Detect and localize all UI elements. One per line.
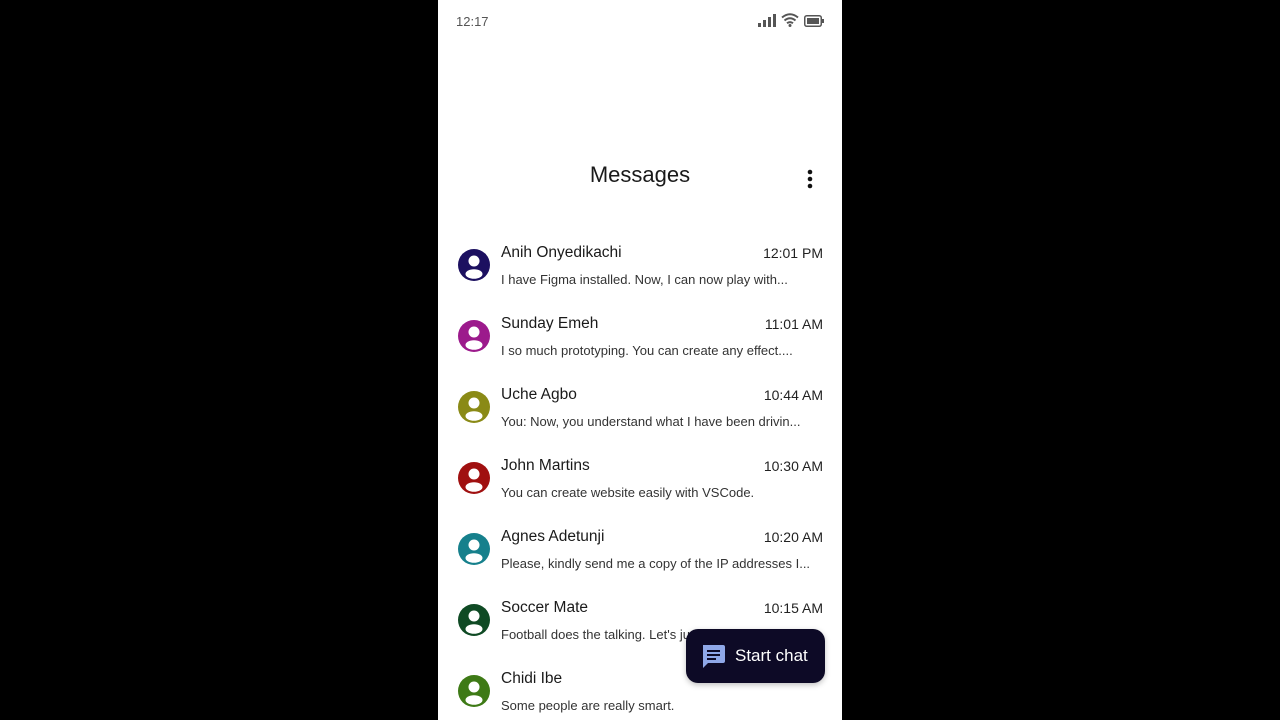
conversation-item[interactable]: Uche Agbo 10:44 AM You: Now, you underst…	[438, 372, 842, 443]
status-time: 12:17	[456, 14, 489, 29]
conversation-preview: I so much prototyping. You can create an…	[501, 343, 793, 358]
wifi-icon	[781, 13, 799, 32]
avatar	[458, 320, 490, 352]
conversation-preview: You can create website easily with VSCod…	[501, 485, 755, 500]
avatar	[458, 249, 490, 281]
conversation-time: 11:01 AM	[764, 316, 823, 332]
avatar	[458, 675, 490, 707]
avatar	[458, 604, 490, 636]
person-icon	[465, 539, 483, 563]
conversation-item[interactable]: Anih Onyedikachi 12:01 PM I have Figma i…	[438, 230, 842, 301]
avatar	[458, 391, 490, 423]
more-vertical-icon[interactable]	[807, 169, 813, 189]
avatar	[458, 533, 490, 565]
conversation-time: 10:15 AM	[763, 600, 823, 616]
conversation-preview: Some people are really smart.	[501, 698, 675, 713]
page-title: Messages	[589, 162, 691, 187]
conversation-preview: I have Figma installed. Now, I can now p…	[501, 272, 788, 287]
person-icon	[465, 681, 483, 705]
conversation-name: Agnes Adetunji	[501, 528, 605, 545]
conversation-name: Soccer Mate	[501, 599, 589, 616]
battery-icon	[804, 14, 824, 32]
status-icons	[758, 13, 824, 32]
conversation-item[interactable]: Sunday Emeh 11:01 AM I so much prototypi…	[438, 301, 842, 372]
conversation-name: Anih Onyedikachi	[501, 244, 622, 261]
conversation-item[interactable]: John Martins 10:30 AM You can create web…	[438, 443, 842, 514]
person-icon	[465, 326, 483, 350]
conversation-name: John Martins	[501, 457, 590, 474]
more-options-button[interactable]	[798, 166, 822, 192]
start-chat-label: Start chat	[735, 646, 808, 665]
signal-icon	[758, 13, 776, 32]
conversation-time: 12:01 PM	[763, 245, 823, 261]
conversation-name: Sunday Emeh	[501, 315, 599, 332]
conversation-preview: Please, kindly send me a copy of the IP …	[501, 556, 811, 571]
person-icon	[465, 397, 483, 421]
conversation-name: Uche Agbo	[501, 386, 577, 403]
conversation-time: 10:44 AM	[763, 387, 823, 403]
conversation-item[interactable]: Agnes Adetunji 10:20 AM Please, kindly s…	[438, 514, 842, 585]
person-icon	[465, 610, 483, 634]
conversation-preview: You: Now, you understand what I have bee…	[501, 414, 801, 429]
conversation-name: Chidi Ibe	[501, 670, 563, 687]
person-icon	[465, 255, 483, 279]
phone-screen: 12:17 Messages Anih Onyedikachi 12:01 PM…	[438, 0, 842, 720]
conversation-time: 10:30 AM	[763, 458, 823, 474]
conversation-time: 10:20 AM	[763, 529, 823, 545]
start-chat-button[interactable]: Start chat	[686, 629, 825, 683]
chat-icon	[700, 643, 726, 674]
avatar	[458, 462, 490, 494]
status-bar: 12:17	[438, 0, 842, 42]
person-icon	[465, 468, 483, 492]
